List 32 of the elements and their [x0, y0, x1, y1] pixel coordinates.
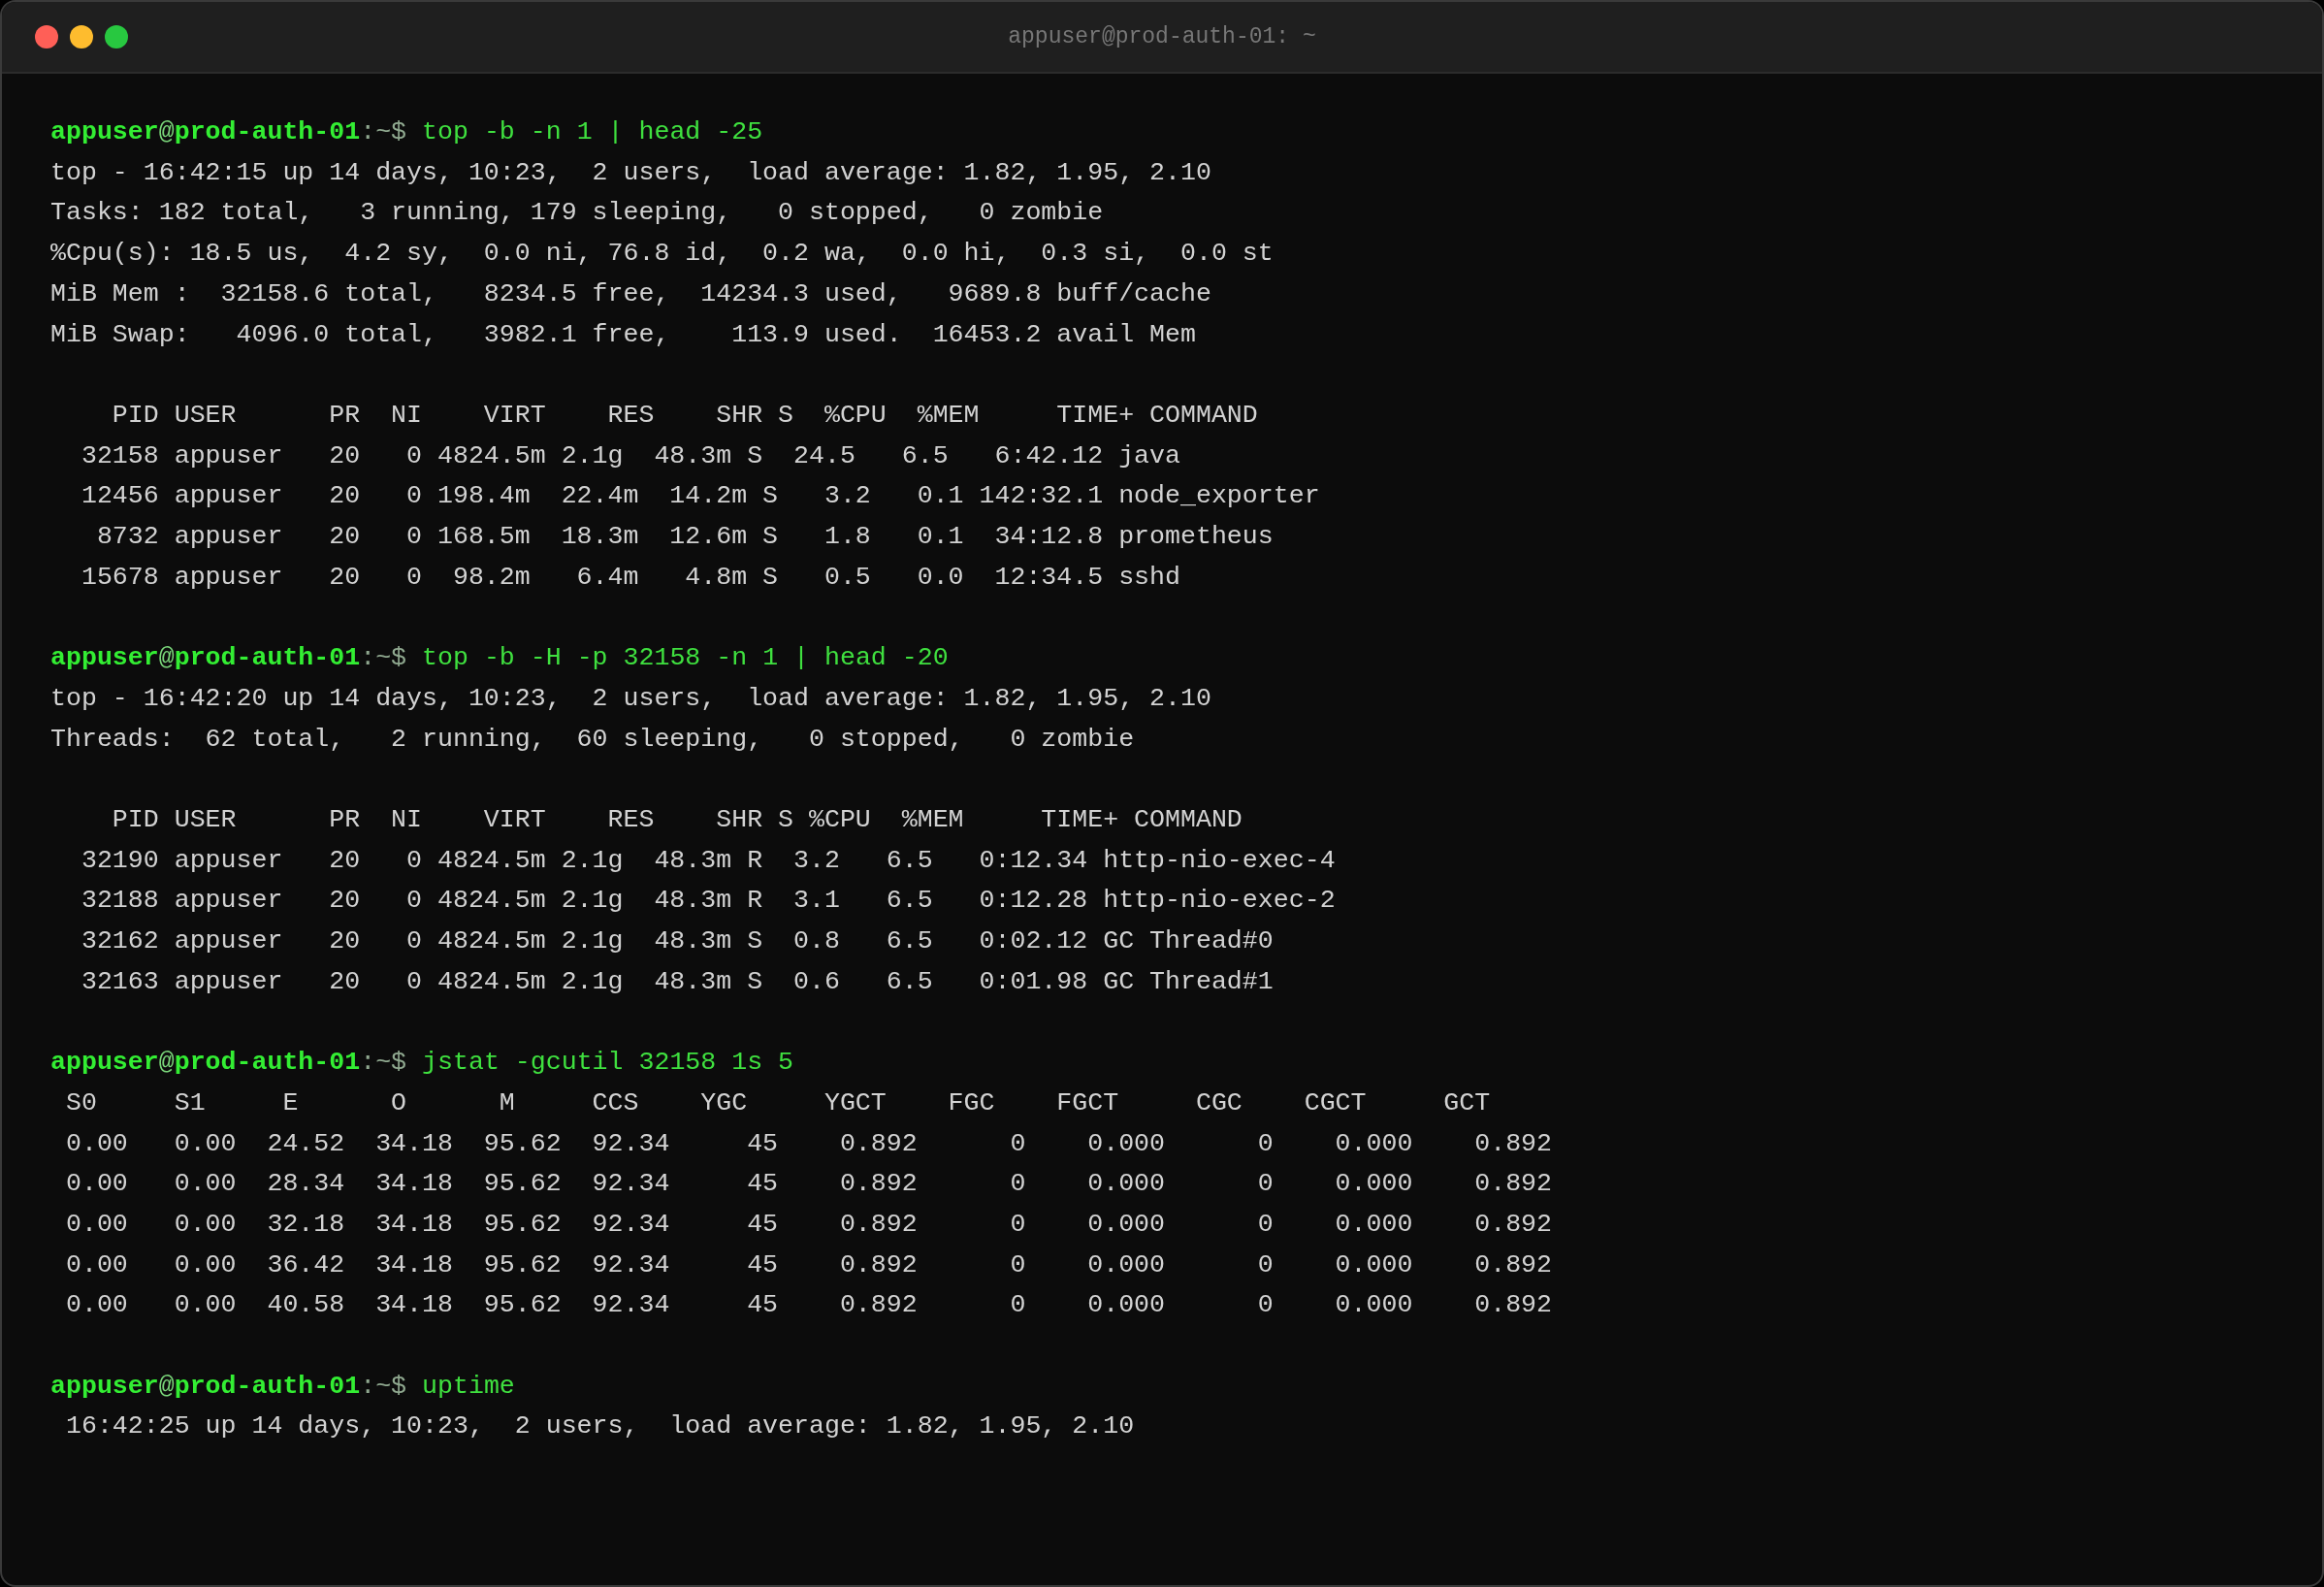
output-line: 32190 appuser 20 0 4824.5m 2.1g 48.3m R 3.2 6.5 0:12.34 http-nio-exec-4 — [80, 844, 1336, 877]
output-line: 12456 appuser 20 0 198.4m 22.4m 14.2m S 3.2 0.1 142:32.1 node_exporter — [80, 480, 1320, 513]
output-line: PID USER PR NI VIRT RES SHR S %CPU %MEM TIME+ COMMAND — [111, 399, 1258, 432]
output-line: MiB Mem : 32158.6 total, 8234.5 free, 14234.3 used, 9689.8 buff/cache — [50, 277, 1211, 310]
output-line: 0.00 0.00 36.42 34.18 95.62 92.34 45 0.892 0 0.000 0 0.000 0.892 — [64, 1248, 1552, 1281]
output-line: 32162 appuser 20 0 4824.5m 2.1g 48.3m S 0.8 6.5 0:02.12 GC Thread#0 — [80, 925, 1274, 957]
output-line: PID USER PR NI VIRT RES SHR S %CPU %MEM TIME+ COMMAND — [111, 803, 1243, 836]
output-line: 32163 appuser 20 0 4824.5m 2.1g 48.3m S 0.6 6.5 0:01.98 GC Thread#1 — [80, 965, 1274, 998]
output-line: 0.00 0.00 24.52 34.18 95.62 92.34 45 0.892 0 0.000 0 0.000 0.892 — [64, 1127, 1552, 1160]
window-title: appuser@prod-auth-01: ~ — [1008, 24, 1316, 49]
output-line: top - 16:42:20 up 14 days, 10:23, 2 users, load average: 1.82, 1.95, 2.10 — [50, 682, 1211, 715]
output-line: Tasks: 182 total, 3 running, 179 sleeping, 0 stopped, 0 zombie — [50, 197, 1104, 230]
output-line: 0.00 0.00 28.34 34.18 95.62 92.34 45 0.892 0 0.000 0 0.000 0.892 — [64, 1168, 1552, 1201]
output-line: 32188 appuser 20 0 4824.5m 2.1g 48.3m R 3.1 6.5 0:12.28 http-nio-exec-2 — [80, 885, 1336, 918]
output-line: 15678 appuser 20 0 98.2m 6.4m 4.8m S 0.5 0.0 12:34.5 sshd — [80, 561, 1180, 594]
command-prompt: appuser@prod-auth-01:~$ top -b -n 1 | head -25 — [50, 116, 763, 148]
output-line: Threads: 62 total, 2 running, 60 sleeping, 0 stopped, 0 zombie — [50, 723, 1135, 756]
output-line: 8732 appuser 20 0 168.5m 18.3m 12.6m S 1.8 0.1 34:12.8 prometheus — [95, 521, 1274, 553]
command-prompt: appuser@prod-auth-01:~$ jstat -gcutil 32158 1s 5 — [50, 1047, 794, 1080]
close-button[interactable] — [35, 25, 58, 49]
output-line: %Cpu(s): 18.5 us, 4.2 sy, 0.0 ni, 76.8 id, 0.2 wa, 0.0 hi, 0.3 si, 0.0 st — [50, 238, 1274, 271]
maximize-button[interactable] — [105, 25, 128, 49]
output-line: MiB Swap: 4096.0 total, 3982.1 free, 113.9 used. 16453.2 avail Mem — [50, 318, 1196, 351]
output-line: 0.00 0.00 40.58 34.18 95.62 92.34 45 0.892 0 0.000 0 0.000 0.892 — [64, 1289, 1552, 1322]
output-line: top - 16:42:15 up 14 days, 10:23, 2 users, load average: 1.82, 1.95, 2.10 — [50, 156, 1211, 189]
minimize-button[interactable] — [70, 25, 93, 49]
command-prompt: appuser@prod-auth-01:~$ top -b -H -p 32158 -n 1 | head -20 — [50, 642, 949, 675]
output-line: S0 S1 E O M CCS YGC YGCT FGC FGCT CGC CGCT GCT — [64, 1086, 1491, 1119]
output-line: 32158 appuser 20 0 4824.5m 2.1g 48.3m S 24.5 6.5 6:42.12 java — [80, 439, 1180, 472]
output-line: 16:42:25 up 14 days, 10:23, 2 users, load average: 1.82, 1.95, 2.10 — [64, 1410, 1135, 1443]
command-prompt: appuser@prod-auth-01:~$ uptime — [50, 1370, 515, 1403]
output-line: 0.00 0.00 32.18 34.18 95.62 92.34 45 0.892 0 0.000 0 0.000 0.892 — [64, 1208, 1552, 1241]
